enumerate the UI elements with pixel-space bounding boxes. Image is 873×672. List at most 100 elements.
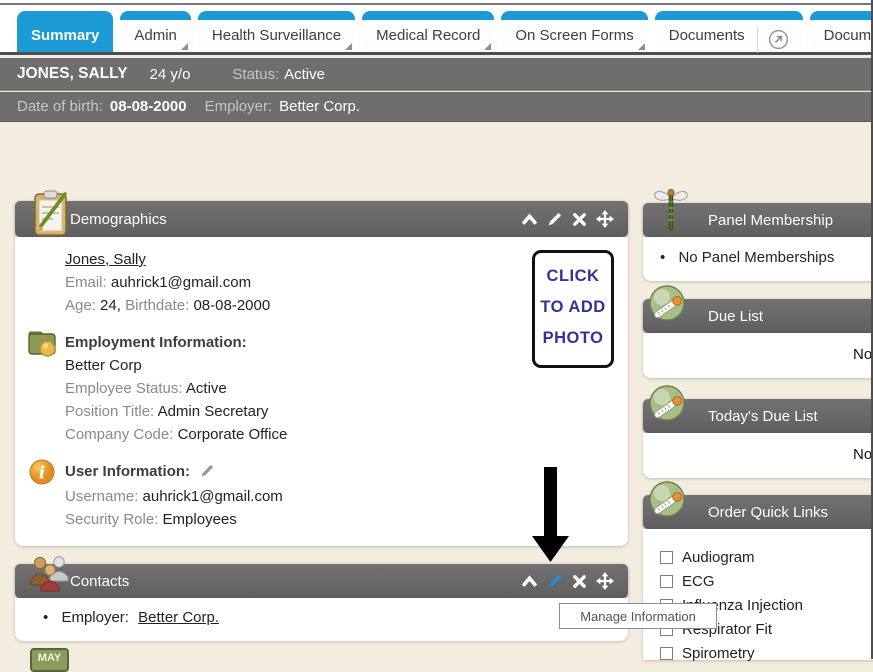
close-icon[interactable] — [572, 212, 587, 227]
security-role-label: Security Role: — [65, 511, 158, 528]
patient-name-link[interactable]: Jones, Sally — [65, 251, 146, 268]
bullet: • — [660, 249, 665, 266]
tab-admin-label: Admin — [134, 27, 177, 44]
calendar-month-label: MAY — [38, 652, 61, 664]
due-list-truncated-text: No — [853, 346, 872, 363]
dropdown-fold-icon — [345, 43, 352, 50]
collapse-icon[interactable] — [521, 212, 538, 227]
tab-medical-record-label: Medical Record — [376, 27, 480, 44]
panel-membership-empty-row: • No Panel Memberships — [660, 249, 834, 266]
employer-label: Employer: — [205, 98, 273, 115]
employee-status-value: Active — [186, 380, 227, 397]
contacts-header[interactable]: Contacts — [15, 564, 628, 598]
username-label: Username: — [65, 488, 138, 505]
tab-on-screen-forms[interactable]: On Screen Forms — [501, 11, 647, 52]
pointer-arrow-annotation — [524, 464, 576, 568]
move-icon[interactable] — [596, 210, 614, 228]
collapse-icon[interactable] — [521, 574, 538, 589]
dropdown-fold-icon — [181, 43, 188, 50]
tab-documents-dv-label: Documents-DV — [824, 27, 873, 44]
tab-health-surveillance[interactable]: Health Surveillance — [198, 11, 355, 52]
dropdown-fold-icon — [484, 43, 491, 50]
employer-value: Better Corp. — [279, 98, 360, 115]
order-item-label: Audiogram — [682, 549, 755, 566]
birthdate-value: 08-08-2000 — [193, 297, 270, 314]
tooltip-text: Manage Information — [580, 609, 696, 624]
company-code-label: Company Code: — [65, 426, 173, 443]
tab-health-surveillance-label: Health Surveillance — [212, 27, 341, 44]
external-link-icon[interactable] — [768, 29, 789, 50]
email-label: Email: — [65, 274, 107, 291]
tab-on-screen-forms-label: On Screen Forms — [515, 27, 633, 44]
tab-bar: Summary Admin Health Surveillance Medica… — [0, 0, 873, 55]
due-list-thermometer-icon — [646, 283, 690, 331]
position-title-label: Position Title: — [65, 403, 154, 420]
photo-line-3: PHOTO — [535, 323, 611, 354]
svg-text:i: i — [39, 464, 45, 484]
order-item-ecg: ECG — [643, 569, 873, 593]
edit-pencil-icon-hovered[interactable] — [547, 573, 563, 589]
tab-admin[interactable]: Admin — [120, 11, 191, 52]
add-photo-placeholder[interactable]: CLICK TO ADD PHOTO — [532, 250, 614, 368]
contacts-employer-link[interactable]: Better Corp. — [138, 609, 219, 626]
tab-documents[interactable]: Documents — [655, 11, 803, 52]
demographics-controls — [521, 201, 614, 237]
calendar-month-badge: MAY — [30, 648, 69, 672]
tab-documents-dv[interactable]: Documents-DV — [810, 11, 873, 52]
close-icon[interactable] — [572, 574, 587, 589]
order-quick-links-thermometer-icon — [646, 479, 690, 527]
position-title-value: Admin Secretary — [158, 403, 269, 420]
due-list-body: No — [643, 333, 873, 378]
patient-detail-bar: Date of birth: 08-08-2000 Employer: Bett… — [0, 92, 873, 122]
order-item-audiogram: Audiogram — [643, 545, 873, 569]
todays-due-list-body: No — [643, 433, 873, 478]
edit-pencil-icon[interactable] — [547, 211, 563, 227]
patient-name: JONES, SALLY — [17, 65, 128, 83]
age-label: Age: — [65, 297, 96, 314]
employee-status-label: Employee Status: — [65, 380, 183, 397]
email-value: auhrick1@gmail.com — [111, 274, 251, 291]
contacts-body: • Employer: Better Corp. — [15, 598, 628, 641]
status-value: Active — [284, 66, 325, 83]
caduceus-icon — [650, 187, 692, 237]
panel-membership-body: • No Panel Memberships — [643, 237, 873, 281]
top-divider — [0, 3, 873, 5]
photo-line-2: TO ADD — [535, 292, 611, 323]
tab-documents-label: Documents — [669, 27, 745, 44]
dropdown-fold-icon — [638, 43, 645, 50]
todays-due-list-truncated-text: No — [853, 446, 872, 463]
checkbox[interactable] — [660, 575, 673, 588]
contacts-controls — [521, 564, 614, 598]
manage-information-tooltip: Manage Information — [559, 603, 717, 629]
tab-strip: Summary Admin Health Surveillance Medica… — [17, 11, 873, 52]
bullet: • — [43, 609, 48, 626]
username-value: auhrick1@gmail.com — [143, 488, 283, 505]
user-info-edit-pencil-icon[interactable] — [200, 462, 215, 485]
status-label: Status: — [232, 66, 279, 83]
clipboard-icon — [28, 188, 72, 242]
checkbox[interactable] — [660, 647, 673, 660]
contacts-employer-label: Employer: — [61, 609, 129, 626]
tab-summary[interactable]: Summary — [17, 11, 113, 52]
contacts-people-icon — [28, 554, 72, 596]
security-role-value: Employees — [163, 511, 237, 528]
order-quick-links-body: Audiogram ECG Influenza Injection Respir… — [643, 529, 873, 660]
checkbox[interactable] — [660, 551, 673, 564]
demographics-header[interactable]: Demographics — [15, 201, 628, 237]
tab-medical-record[interactable]: Medical Record — [362, 11, 494, 52]
age-value: 24, — [100, 297, 121, 314]
panel-membership-empty: No Panel Memberships — [678, 249, 834, 266]
patient-info-bar: JONES, SALLY 24 y/o Status: Active — [0, 58, 873, 91]
user-info-icon: i — [29, 459, 55, 489]
tab-divider — [757, 27, 758, 53]
todays-due-list-thermometer-icon — [646, 383, 690, 431]
patient-age: 24 y/o — [150, 66, 191, 83]
move-icon[interactable] — [596, 572, 614, 590]
dob-value: 08-08-2000 — [110, 98, 187, 115]
user-info-heading: User Information: — [65, 463, 190, 480]
employment-folder-icon — [27, 328, 57, 362]
photo-line-1: CLICK — [535, 261, 611, 292]
dob-label: Date of birth: — [17, 98, 103, 115]
contacts-employer-row: • Employer: Better Corp. — [15, 598, 628, 626]
order-item-spirometry: Spirometry — [643, 641, 873, 665]
